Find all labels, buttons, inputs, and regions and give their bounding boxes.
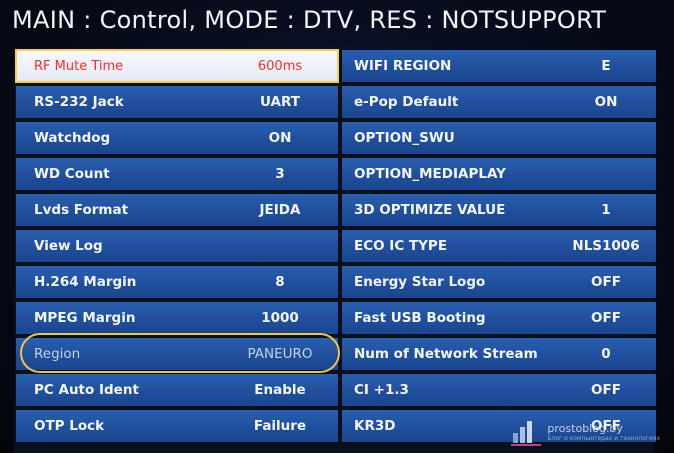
menu-item-value: ON — [268, 130, 292, 146]
menu-item-rf-mute-time[interactable]: RF Mute Time 600ms — [15, 49, 339, 83]
menu-item-value: Enable — [254, 382, 306, 398]
menu-item-lvds-format[interactable]: Lvds Format JEIDA — [16, 194, 338, 226]
menu-item-value: OFF — [591, 382, 621, 398]
menu-item-value: ON — [594, 94, 618, 110]
menu-item-label: KR3D — [354, 418, 396, 434]
menu-item-value: OFF — [591, 274, 621, 290]
menu-item-label: MPEG Margin — [34, 310, 136, 326]
menu-item-num-network-stream[interactable]: Num of Network Stream 0 — [342, 338, 656, 370]
menu-item-label: ECO IC TYPE — [354, 238, 448, 254]
menu-item-label: WD Count — [34, 166, 110, 182]
menu-item-label: RS-232 Jack — [34, 94, 124, 110]
menu-item-option-swu[interactable]: OPTION_SWU — [342, 122, 656, 154]
menu-item-region[interactable]: Region PANEURO — [16, 333, 340, 373]
menu-item-label: 3D OPTIMIZE VALUE — [354, 202, 506, 218]
menu-item-pc-auto-ident[interactable]: PC Auto Ident Enable — [16, 374, 338, 406]
menu-item-value: 3 — [275, 166, 285, 182]
menu-item-label: PC Auto Ident — [34, 382, 139, 398]
menu-item-mpeg-margin[interactable]: MPEG Margin 1000 — [16, 302, 338, 334]
menu-item-rs232-jack[interactable]: RS-232 Jack UART — [16, 86, 338, 118]
menu-item-fast-usb-booting[interactable]: Fast USB Booting OFF — [342, 302, 656, 334]
menu-item-value: NLS1006 — [572, 238, 640, 254]
menu-item-value: 0 — [601, 346, 611, 362]
menu-item-label: RF Mute Time — [34, 58, 124, 74]
menu-item-value: OFF — [591, 310, 621, 326]
menu-item-value: E — [601, 58, 611, 74]
menu-item-wd-count[interactable]: WD Count 3 — [16, 158, 338, 190]
menu-item-label: Region — [34, 346, 81, 362]
menu-item-label: Watchdog — [34, 130, 111, 146]
page-title: MAIN : Control, MODE : DTV, RES : NOTSUP… — [12, 6, 607, 34]
menu-item-label: e-Pop Default — [354, 94, 459, 110]
right-menu-column: WIFI REGION E e-Pop Default ON OPTION_SW… — [342, 50, 656, 442]
menu-item-label: Fast USB Booting — [354, 310, 486, 326]
watermark-text: prostoblog.by Блог о компьютерах и техно… — [547, 423, 660, 442]
menu-item-energy-star-logo[interactable]: Energy Star Logo OFF — [342, 266, 656, 298]
left-menu-column: RF Mute Time 600ms RS-232 Jack UART Watc… — [15, 49, 340, 442]
menu-item-epop-default[interactable]: e-Pop Default ON — [342, 86, 656, 118]
bar-chart-logo-icon — [511, 421, 542, 446]
menu-item-ci-plus[interactable]: CI +1.3 OFF — [342, 374, 656, 406]
menu-item-eco-ic-type[interactable]: ECO IC TYPE NLS1006 — [342, 230, 656, 262]
menu-item-label: Energy Star Logo — [354, 274, 486, 290]
menu-item-label: Num of Network Stream — [354, 346, 538, 362]
menu-item-label: OPTION_MEDIAPLAY — [354, 166, 506, 182]
menu-item-view-log[interactable]: View Log — [16, 230, 338, 262]
menu-item-value: 1000 — [261, 310, 299, 326]
menu-item-value: 600ms — [257, 58, 303, 74]
menu-panel: RF Mute Time 600ms RS-232 Jack UART Watc… — [14, 49, 656, 453]
menu-item-wifi-region[interactable]: WIFI REGION E — [342, 50, 656, 82]
menu-item-label: Lvds Format — [34, 202, 129, 218]
menu-item-label: View Log — [34, 238, 103, 254]
menu-item-label: WIFI REGION — [354, 58, 452, 74]
menu-item-value: PANEURO — [247, 346, 313, 362]
watermark-tagline: Блог о компьютерах и технологиях — [547, 434, 660, 442]
menu-item-3d-optimize-value[interactable]: 3D OPTIMIZE VALUE 1 — [342, 194, 656, 226]
menu-item-value: 8 — [275, 274, 285, 290]
menu-item-value: JEIDA — [259, 202, 301, 218]
menu-item-label: OTP Lock — [34, 418, 105, 434]
tv-service-menu: MAIN : Control, MODE : DTV, RES : NOTSUP… — [0, 0, 674, 453]
menu-item-label: OPTION_SWU — [354, 130, 455, 146]
menu-item-value: UART — [260, 94, 300, 110]
watermark-site: prostoblog.by — [547, 421, 623, 435]
menu-item-label: H.264 Margin — [34, 274, 137, 290]
watermark: prostoblog.by Блог о компьютерах и техно… — [511, 421, 660, 446]
menu-item-h264-margin[interactable]: H.264 Margin 8 — [16, 266, 338, 298]
menu-item-label: CI +1.3 — [354, 382, 409, 398]
menu-item-value: 1 — [601, 202, 611, 218]
menu-item-value: Failure — [253, 418, 307, 434]
menu-item-watchdog[interactable]: Watchdog ON — [16, 122, 338, 154]
menu-item-otp-lock[interactable]: OTP Lock Failure — [16, 410, 338, 442]
menu-item-option-mediaplay[interactable]: OPTION_MEDIAPLAY — [342, 158, 656, 190]
